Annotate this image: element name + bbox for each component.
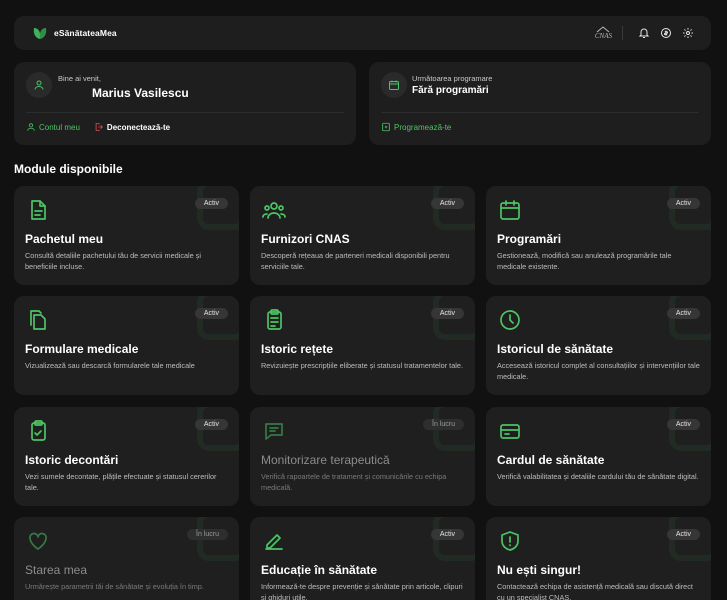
status-badge: Activ bbox=[430, 308, 464, 319]
module-title: Istoricul de sănătate bbox=[497, 342, 614, 356]
module-description: Contactează echipa de asistență medicală… bbox=[497, 582, 693, 600]
module-description: Verifică rapoartele de tratament și comu… bbox=[261, 472, 447, 492]
module-card[interactable]: Activ Istoric decontări Vezi sumele decont… bbox=[14, 407, 239, 506]
module-card[interactable]: Activ Istoric rețete Revizuiește prescripț… bbox=[250, 296, 475, 395]
module-card[interactable]: Activ Cardul de sănătate Verifică valabili… bbox=[486, 407, 711, 506]
appointment-label: Următoarea programare bbox=[412, 74, 493, 83]
calendar-plus-icon bbox=[382, 122, 390, 132]
module-description: Informează-te despre prevenție și sănăta… bbox=[261, 582, 463, 600]
edit-icon bbox=[262, 529, 286, 553]
status-badge: Activ bbox=[666, 308, 700, 319]
logout-icon bbox=[95, 123, 103, 131]
status-badge: Activ bbox=[430, 198, 464, 209]
module-description: Gestionează, modifică sau anulează progr… bbox=[497, 251, 672, 271]
module-description: Revizuiește prescripțiile eliberate și s… bbox=[261, 361, 463, 370]
top-navigation-bar: eSănătateaMea CNAS bbox=[14, 16, 711, 50]
card-icon bbox=[498, 419, 522, 443]
module-description: Accesează istoricul complet al consultaț… bbox=[497, 361, 700, 381]
user-icon bbox=[26, 72, 52, 98]
currency-icon[interactable] bbox=[655, 22, 677, 44]
module-card[interactable]: Activ Formulare medicale Vizualizează sau … bbox=[14, 296, 239, 395]
user-name: Marius Vasilescu bbox=[92, 86, 189, 100]
bell-icon[interactable] bbox=[633, 22, 655, 44]
module-title: Formulare medicale bbox=[25, 342, 139, 356]
user-outline-icon bbox=[27, 123, 35, 131]
clock-icon bbox=[498, 308, 522, 332]
module-title: Educație în sănătate bbox=[261, 563, 378, 577]
module-description: Descoperă rețeaua de parteneri medicali … bbox=[261, 251, 450, 271]
users-icon bbox=[262, 198, 286, 222]
module-title: Monitorizare terapeutică bbox=[261, 453, 390, 467]
module-title: Furnizori CNAS bbox=[261, 232, 350, 246]
module-description: Vizualizează sau descarcă formularele ta… bbox=[25, 361, 195, 370]
status-badge: Activ bbox=[666, 198, 700, 209]
module-title: Istoric decontări bbox=[25, 453, 119, 467]
module-card[interactable]: În lucru Monitorizare terapeutică Verifică… bbox=[250, 407, 475, 506]
clipboard-check-icon bbox=[26, 419, 50, 443]
section-title: Module disponibile bbox=[14, 162, 123, 176]
module-card[interactable]: Activ Istoricul de sănătate Accesează isto… bbox=[486, 296, 711, 395]
module-card[interactable]: Activ Furnizori CNAS Descoperă rețeaua de … bbox=[250, 186, 475, 285]
leaf-icon bbox=[33, 28, 47, 39]
divider bbox=[381, 112, 699, 113]
status-badge: În lucru bbox=[423, 419, 464, 430]
module-title: Starea mea bbox=[25, 563, 88, 577]
brand[interactable]: eSănătateaMea bbox=[32, 26, 117, 40]
next-appointment-card: Următoarea programare Fără programări Pr… bbox=[369, 62, 711, 145]
gear-icon[interactable] bbox=[677, 22, 699, 44]
account-link[interactable]: Contul meu bbox=[26, 122, 80, 132]
shield-alert-icon bbox=[498, 529, 522, 553]
module-title: Pachetul meu bbox=[25, 232, 104, 246]
module-title: Programări bbox=[497, 232, 562, 246]
status-badge: În lucru bbox=[187, 529, 228, 540]
module-card[interactable]: Activ Educație în sănătate Informează-te d… bbox=[250, 517, 475, 600]
divider bbox=[622, 26, 623, 40]
module-card[interactable]: Activ Nu ești singur! Contactează echipa d… bbox=[486, 517, 711, 600]
module-description: Urmărește parametrii tăi de sănătate și … bbox=[25, 582, 204, 591]
greeting-label: Bine ai venit, bbox=[58, 74, 101, 83]
heart-icon bbox=[26, 529, 50, 553]
schedule-link[interactable]: Programează-te bbox=[381, 122, 451, 132]
calendar-icon bbox=[381, 72, 407, 98]
clipboard-icon bbox=[262, 308, 286, 332]
logout-link[interactable]: Deconectează-te bbox=[94, 122, 170, 132]
document-icon bbox=[26, 198, 50, 222]
module-title: Cardul de sănătate bbox=[497, 453, 605, 467]
message-icon bbox=[262, 419, 286, 443]
module-description: Vezi sumele decontate, plățile efectuate… bbox=[25, 472, 217, 492]
status-badge: Activ bbox=[666, 419, 700, 430]
status-badge: Activ bbox=[194, 419, 228, 430]
module-card[interactable]: În lucru Starea mea Urmărește parametrii t… bbox=[14, 517, 239, 600]
module-title: Istoric rețete bbox=[261, 342, 334, 356]
module-card[interactable]: Activ Pachetul meu Consultă detaliile pach… bbox=[14, 186, 239, 285]
module-card[interactable]: Activ Programări Gestionează, modifică sau… bbox=[486, 186, 711, 285]
module-description: Consultă detaliile pachetului tău de ser… bbox=[25, 251, 202, 271]
appointment-value: Fără programări bbox=[412, 85, 489, 96]
calendar-icon bbox=[498, 198, 522, 222]
status-badge: Activ bbox=[430, 529, 464, 540]
welcome-card: Bine ai venit, Marius Vasilescu Contul m… bbox=[14, 62, 356, 145]
module-description: Verifică valabilitatea și detaliile card… bbox=[497, 472, 699, 481]
status-badge: Activ bbox=[194, 198, 228, 209]
status-badge: Activ bbox=[666, 529, 700, 540]
brand-name: eSănătateaMea bbox=[54, 28, 117, 38]
divider bbox=[26, 112, 344, 113]
files-icon bbox=[26, 308, 50, 332]
module-title: Nu ești singur! bbox=[497, 563, 582, 577]
status-badge: Activ bbox=[194, 308, 228, 319]
cnas-logo: CNAS bbox=[595, 26, 612, 40]
